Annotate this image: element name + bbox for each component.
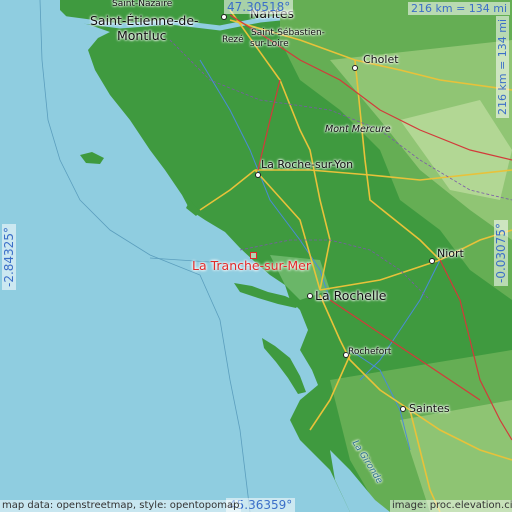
city-label-saint-sebastien-1: Saint-Sébastien- [251,28,325,38]
map-canvas[interactable]: Saint-Nazaire Nantes Saint-Étienne-de- M… [0,0,512,512]
city-label-montluc: Montluc [117,28,167,43]
city-label-la-rochelle: La Rochelle [315,288,387,303]
left-longitude-label: -2.84325° [2,224,16,290]
cholet-dot [352,65,358,71]
top-latitude-label: 47.30518° [224,0,294,14]
nantes-dot [221,14,227,20]
right-longitude-label: -0.03075° [494,220,508,286]
image-credit: image: proc.elevation.city [390,500,512,512]
vertical-scale-label: 216 km = 134 mi [496,15,509,118]
city-label-cholet: Cholet [363,53,399,66]
city-label-saintes: Saintes [409,402,450,415]
place-name-label: La Tranche-sur-Mer [192,258,312,273]
city-label-saint-sebastien-2: sur-Loire [250,39,289,49]
city-label-saint-nazaire: Saint-Nazaire [112,0,173,9]
peak-label-mont-mercure: Mont Mercure [325,124,391,135]
la-rochelle-dot [307,293,313,299]
city-label-la-roche-sur-yon: La Roche-sur-Yon [261,158,354,171]
city-label-saint-etienne: Saint-Étienne-de- [90,13,199,28]
map-data-credit: map data: openstreetmap, style: opentopo… [0,500,242,512]
niort-dot [429,258,435,264]
saintes-dot [400,406,406,412]
city-label-rochefort: Rochefort [348,347,392,357]
city-label-niort: Niort [437,247,464,260]
la-roche-sur-yon-dot [255,172,261,178]
city-label-reze: Rezé [222,35,244,45]
horizontal-scale-label: 216 km = 134 mi [408,2,511,15]
